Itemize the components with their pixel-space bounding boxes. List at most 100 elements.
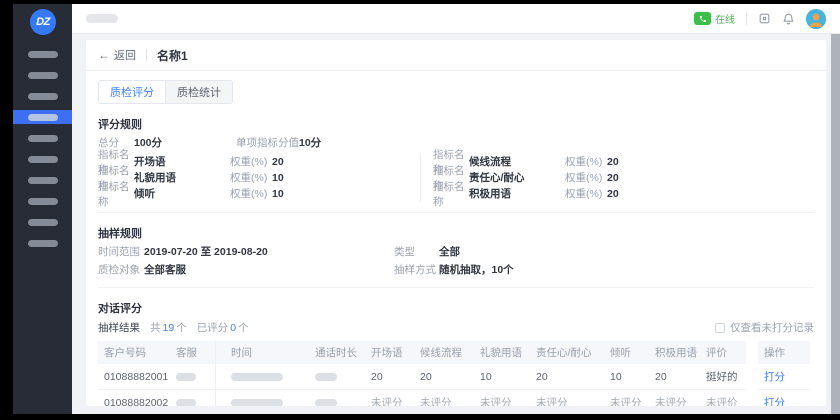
weight-value: 10 [272, 172, 284, 184]
sidebar-item-active[interactable] [13, 110, 72, 124]
back-arrow-icon: ← [98, 49, 110, 61]
bell-icon[interactable] [782, 12, 795, 25]
redacted-label [28, 156, 58, 163]
app-logo[interactable]: DZ [30, 9, 56, 35]
total-score-value: 100分 [134, 135, 236, 150]
indicator-grid: 指标名称 开场语 权重(%) 20 指标名称 礼貌用语 权重(%) 10 指标名… [98, 154, 814, 202]
top-bar: 在线 [72, 4, 840, 34]
column-gap [746, 341, 758, 364]
sidebar-item[interactable] [13, 194, 72, 208]
sidebar-item[interactable] [13, 47, 72, 61]
indicator-name: 开场语 [134, 154, 230, 169]
score-cell: 10 [604, 364, 649, 390]
score-cell: 未评分 [649, 390, 700, 406]
table-row[interactable]: 01088882001 20 20 10 20 10 20 挺好的 打分 [98, 364, 814, 390]
indicator-label: 指标名称 [433, 179, 469, 209]
redacted-agent [176, 373, 196, 381]
tab-quality-stats[interactable]: 质检统计 [166, 81, 232, 103]
score-cell: 20 [365, 364, 414, 390]
redacted-label [28, 72, 58, 79]
evaluation-cell: 挺好的 [700, 364, 746, 390]
redacted-time [231, 399, 283, 407]
sidebar-item[interactable] [13, 236, 72, 250]
score-cell: 20 [649, 364, 700, 390]
col-header: 候线流程 [414, 341, 474, 364]
col-header: 积极用语 [649, 341, 700, 364]
sample-result-label: 抽样结果 [98, 320, 140, 335]
filter-unscored-toggle[interactable]: 仅查看未打分记录 [715, 320, 814, 335]
table-row[interactable]: 01088882002 未评分 未评分 未评分 未评分 未评分 未评分 未评价 … [98, 390, 814, 406]
duration-cell [309, 364, 365, 390]
indicator-name: 礼貌用语 [134, 170, 230, 185]
time-range-label: 时间范围 [98, 244, 144, 259]
divider [746, 13, 747, 25]
col-header: 操作 [758, 341, 810, 364]
duration-cell [309, 390, 365, 406]
qa-object-label: 质检对象 [98, 262, 144, 277]
sidebar-item[interactable] [13, 131, 72, 145]
indicator-row: 指标名称 积极用语 权重(%) 20 [433, 186, 619, 201]
col-header: 开场语 [365, 341, 414, 364]
redacted-breadcrumb [86, 14, 118, 23]
page-title: 名称1 [157, 47, 188, 64]
total-prefix: 共 [150, 320, 161, 335]
sidebar-item[interactable] [13, 215, 72, 229]
redacted-label [28, 198, 58, 205]
main-card: ← 返回 名称1 质检评分 质检统计 评分规则 总分 100分 单项指标分值 1… [86, 40, 826, 406]
checkbox-unscored[interactable] [715, 323, 725, 333]
col-header: 时间 [216, 341, 309, 364]
col-header: 倾听 [604, 341, 649, 364]
scored-unit: 个 [238, 320, 249, 335]
app-window: DZ 在线 [13, 4, 840, 414]
sidebar-item[interactable] [13, 89, 72, 103]
section-title-dialog-score: 对话评分 [98, 300, 814, 316]
sidebar-item[interactable] [13, 68, 72, 82]
total-unit: 个 [176, 320, 187, 335]
total-count: 19 [163, 322, 175, 334]
weight-label: 权重(%) [565, 186, 607, 201]
online-status[interactable]: 在线 [694, 11, 735, 26]
score-action-link[interactable]: 打分 [764, 369, 785, 384]
weight-value: 20 [272, 156, 284, 168]
dialog-score-table: 客户号码 客服 时间 通话时长 开场语 候线流程 礼貌用语 责任心/耐心 倾听 … [98, 341, 814, 406]
divider [98, 287, 814, 288]
phone-icon [694, 12, 711, 25]
weight-label: 权重(%) [565, 154, 607, 169]
sidebar-item[interactable] [13, 152, 72, 166]
back-label: 返回 [114, 47, 136, 63]
section-title-sample-rules: 抽样规则 [98, 225, 814, 241]
qa-object-value: 全部客服 [144, 262, 294, 277]
tab-quality-score[interactable]: 质检评分 [99, 81, 166, 103]
col-header: 通话时长 [309, 341, 365, 364]
phone-cell: 01088882001 [98, 364, 170, 390]
scrollbar[interactable] [831, 34, 840, 414]
score-cell: 未评分 [474, 390, 530, 406]
agent-cell [170, 364, 216, 390]
console-icon[interactable] [758, 12, 771, 25]
column-gap [746, 390, 758, 406]
score-action-link[interactable]: 打分 [764, 395, 785, 406]
sidebar-item[interactable] [13, 173, 72, 187]
col-header: 客服 [170, 341, 216, 364]
weight-label: 权重(%) [565, 170, 607, 185]
sample-method-label: 抽样方式 [394, 262, 439, 277]
indicator-name: 责任心/耐心 [469, 170, 565, 185]
weight-label: 权重(%) [230, 170, 272, 185]
redacted-label [28, 240, 58, 247]
sidebar: DZ [13, 4, 72, 414]
indicator-label: 指标名称 [98, 179, 134, 209]
redacted-agent [176, 399, 196, 407]
redacted-label [28, 114, 58, 121]
indicator-column-right: 指标名称 候线流程 权重(%) 20 指标名称 责任心/耐心 权重(%) 20 … [420, 154, 619, 202]
user-avatar[interactable] [806, 9, 826, 29]
indicator-name: 积极用语 [469, 186, 565, 201]
col-header: 责任心/耐心 [530, 341, 604, 364]
back-button[interactable]: ← 返回 [98, 47, 136, 63]
indicator-row: 指标名称 开场语 权重(%) 20 [98, 154, 358, 169]
single-score-label: 单项指标分值 [236, 135, 299, 150]
phone-cell: 01088882002 [98, 390, 170, 406]
score-cell: 未评分 [530, 390, 604, 406]
column-gap [746, 364, 758, 390]
redacted-label [28, 219, 58, 226]
indicator-name: 倾听 [134, 186, 230, 201]
